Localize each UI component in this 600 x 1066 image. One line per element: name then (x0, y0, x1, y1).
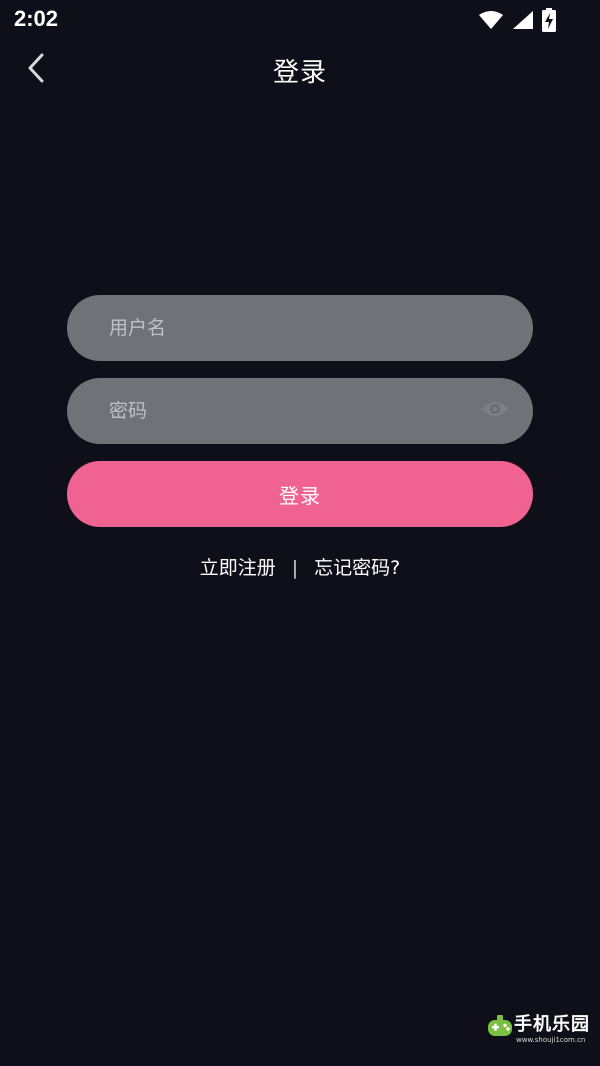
username-field (67, 295, 533, 361)
username-input[interactable] (67, 295, 533, 361)
watermark-brand: 手机乐园 (514, 1014, 590, 1035)
page-title: 登录 (272, 58, 327, 88)
login-screen: 2:02 登录 用户名 登录 立即注册 | 忘记密码? 手机乐园 www.sho… (0, 0, 600, 1066)
password-field (67, 378, 533, 444)
status-bar: 2:02 (0, 0, 600, 40)
wifi-icon (478, 10, 504, 30)
register-link[interactable]: 立即注册 (200, 557, 276, 579)
status-time: 2:02 (14, 6, 59, 31)
login-form: 登录 立即注册 | 忘记密码? (67, 295, 533, 580)
watermark: 手机乐园 www.shouji1com.cn (486, 1010, 589, 1054)
link-separator: | (291, 557, 299, 579)
header: 登录 (0, 40, 600, 100)
password-visibility-toggle[interactable] (481, 399, 509, 423)
status-icons (478, 8, 556, 32)
auth-links: 立即注册 | 忘记密码? (67, 553, 533, 580)
forgot-password-link[interactable]: 忘记密码? (314, 557, 400, 579)
game-controller-icon (486, 1014, 514, 1044)
cell-signal-icon (512, 10, 534, 30)
password-input[interactable] (67, 378, 533, 444)
login-button[interactable]: 登录 (67, 461, 533, 527)
watermark-url: www.shouji1com.cn (516, 1036, 586, 1044)
battery-charging-icon (542, 8, 556, 32)
eye-icon (481, 400, 509, 422)
